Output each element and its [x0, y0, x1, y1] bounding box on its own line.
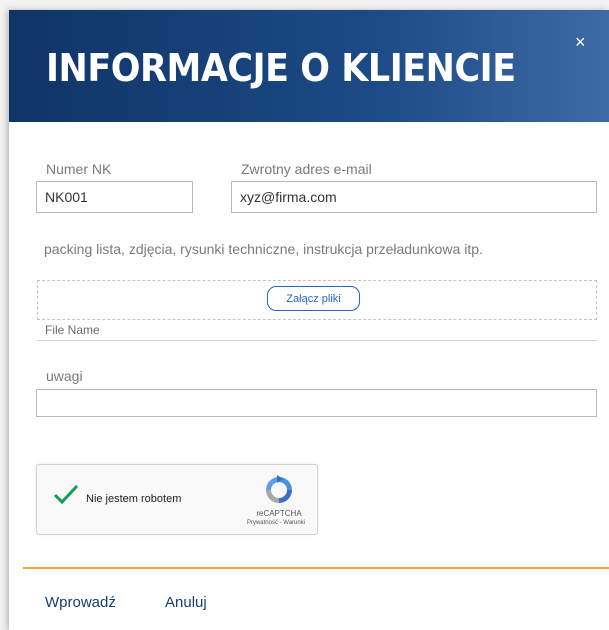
file-list-divider [37, 340, 597, 341]
close-icon[interactable]: × [575, 33, 591, 51]
nk-number-input[interactable]: NK001 [36, 181, 193, 213]
attachments-hint: packing lista, zdjęcia, rysunki technicz… [44, 241, 483, 257]
notes-input[interactable] [36, 389, 597, 417]
attach-files-button[interactable]: Załącz pliki [267, 286, 360, 311]
recaptcha-privacy-terms-links[interactable]: Prywatność - Warunki [235, 520, 317, 526]
recaptcha-logo-icon [266, 475, 292, 503]
nk-number-label: Numer NK [46, 161, 112, 177]
recaptcha-brand: reCAPTCHA [256, 509, 302, 518]
customer-info-modal: INFORMACJE O KLIENCIE × Numer NK NK001 Z… [9, 10, 609, 630]
return-email-input[interactable]: xyz@firma.com [231, 181, 597, 213]
checkmark-icon[interactable] [53, 483, 79, 505]
file-name-column-header: File Name [45, 323, 100, 337]
modal-header: INFORMACJE O KLIENCIE × [9, 10, 609, 122]
return-email-label: Zwrotny adres e-mail [241, 161, 372, 177]
recaptcha-label: Nie jestem robotem [86, 493, 182, 505]
recaptcha-widget[interactable]: Nie jestem robotem reCAPTCHA Prywatność … [36, 464, 318, 535]
notes-label: uwagi [46, 368, 83, 384]
submit-button[interactable]: Wprowadź [45, 594, 116, 611]
modal-title: INFORMACJE O KLIENCIE [46, 46, 516, 90]
cancel-button[interactable]: Anuluj [165, 594, 207, 611]
footer-divider [23, 567, 609, 569]
